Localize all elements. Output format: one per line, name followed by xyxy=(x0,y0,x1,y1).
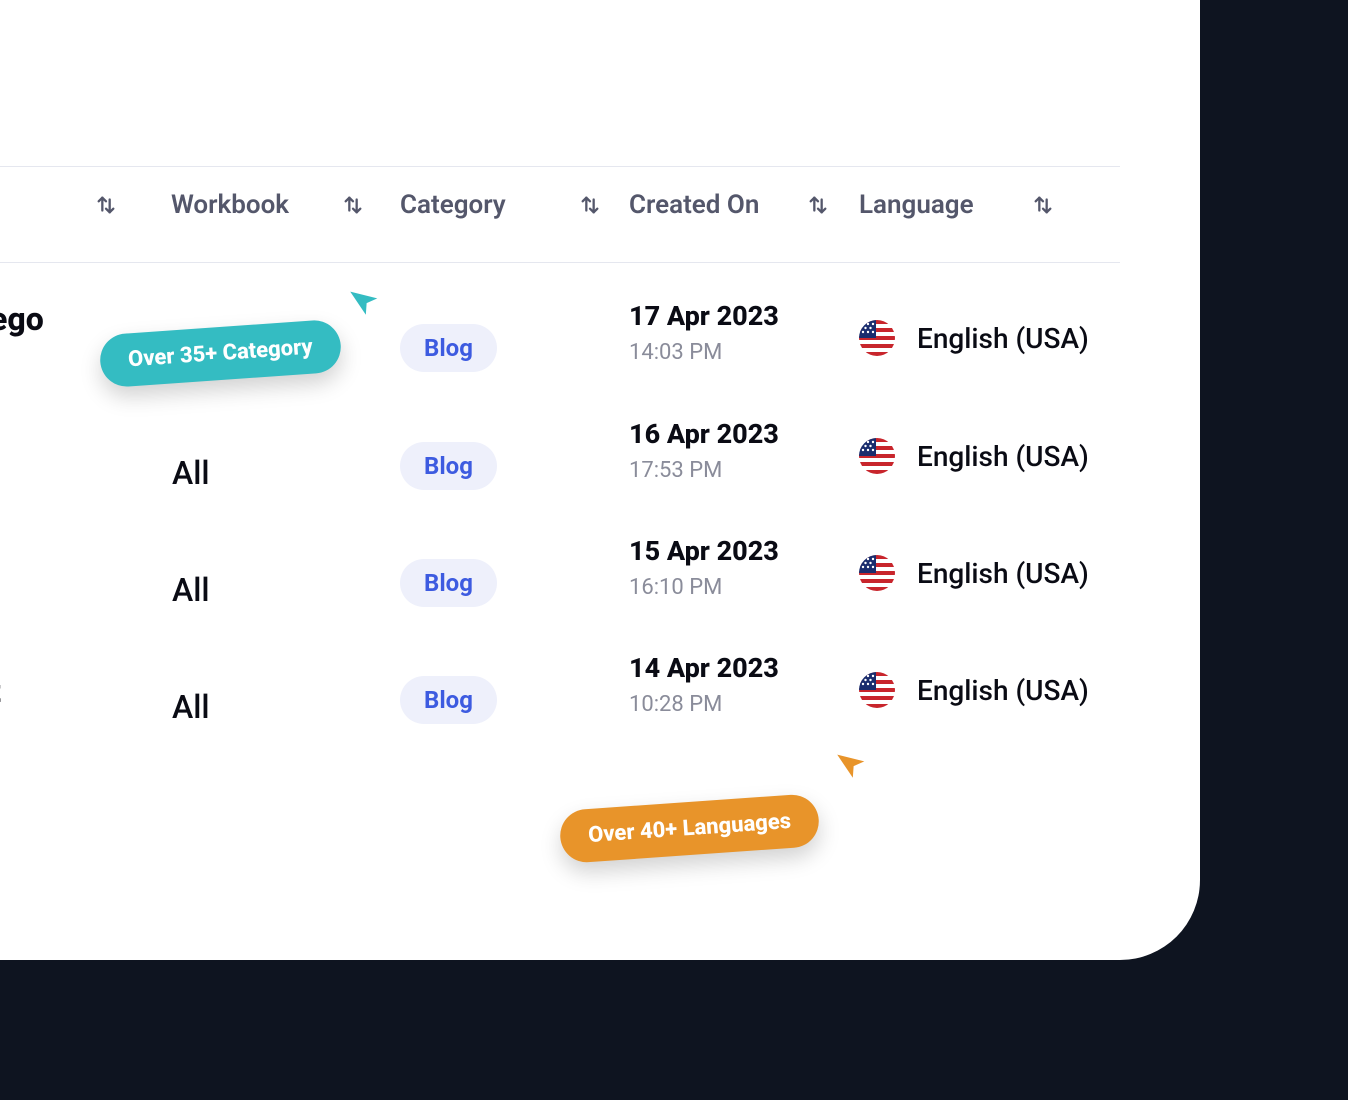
flag-us-icon xyxy=(859,438,895,474)
sort-icon[interactable] xyxy=(804,191,832,219)
language-text: English (USA) xyxy=(917,440,1089,473)
category-cell: Blog xyxy=(400,442,497,490)
column-label: Workbook xyxy=(171,190,289,220)
workbook-cell: All xyxy=(172,571,210,609)
created-date: 14 Apr 2023 xyxy=(629,652,779,684)
flag-us-icon xyxy=(859,672,895,708)
created-time: 16:10 PM xyxy=(629,575,779,600)
sort-icon[interactable] xyxy=(1029,191,1057,219)
callout-label: Over 35+ Category xyxy=(98,319,342,389)
header-divider xyxy=(0,262,1120,263)
sort-icon[interactable] xyxy=(339,191,367,219)
top-divider xyxy=(0,166,1120,167)
language-text: English (USA) xyxy=(917,322,1089,355)
sort-icon[interactable] xyxy=(576,191,604,219)
language-cell: English (USA) xyxy=(859,320,1089,356)
created-cell: 16 Apr 2023 17:53 PM xyxy=(629,418,779,483)
language-text: English (USA) xyxy=(917,557,1089,590)
category-badge[interactable]: Blog xyxy=(400,442,497,490)
row-partial-text: t xyxy=(0,672,1,710)
column-header-language[interactable]: Language xyxy=(859,190,1057,220)
category-cell: Blog xyxy=(400,324,497,372)
workbook-cell: All xyxy=(172,454,210,492)
category-badge[interactable]: Blog xyxy=(400,676,497,724)
created-date: 16 Apr 2023 xyxy=(629,418,779,450)
callout-label: Over 40+ Languages xyxy=(558,793,820,864)
column-header-workbook[interactable]: Workbook xyxy=(171,190,367,220)
callout-languages: Over 40+ Languages xyxy=(560,802,819,855)
cursor-icon xyxy=(835,748,869,786)
created-cell: 17 Apr 2023 14:03 PM xyxy=(629,300,779,365)
category-cell: Blog xyxy=(400,559,497,607)
created-date: 15 Apr 2023 xyxy=(629,535,779,567)
language-cell: English (USA) xyxy=(859,438,1089,474)
workbook-cell: All xyxy=(172,688,210,726)
created-date: 17 Apr 2023 xyxy=(629,300,779,332)
created-cell: 14 Apr 2023 10:28 PM xyxy=(629,652,779,717)
app-window: Workbook Category Created On xyxy=(0,0,1200,960)
row-partial-text: ego xyxy=(0,300,44,338)
column-header-category[interactable]: Category xyxy=(400,190,604,220)
category-badge[interactable]: Blog xyxy=(400,559,497,607)
callout-category: Over 35+ Category xyxy=(100,327,341,380)
cursor-icon xyxy=(348,285,382,323)
language-cell: English (USA) xyxy=(859,672,1089,708)
flag-us-icon xyxy=(859,320,895,356)
column-label: Created On xyxy=(629,190,759,220)
column-header-created-on[interactable]: Created On xyxy=(629,190,832,220)
language-text: English (USA) xyxy=(917,674,1089,707)
category-cell: Blog xyxy=(400,676,497,724)
language-cell: English (USA) xyxy=(859,555,1089,591)
created-cell: 15 Apr 2023 16:10 PM xyxy=(629,535,779,600)
sort-icon[interactable] xyxy=(92,191,120,219)
column-label: Category xyxy=(400,190,506,220)
created-time: 17:53 PM xyxy=(629,458,779,483)
created-time: 10:28 PM xyxy=(629,692,779,717)
flag-us-icon xyxy=(859,555,895,591)
column-label: Language xyxy=(859,190,974,220)
created-time: 14:03 PM xyxy=(629,340,779,365)
category-badge[interactable]: Blog xyxy=(400,324,497,372)
